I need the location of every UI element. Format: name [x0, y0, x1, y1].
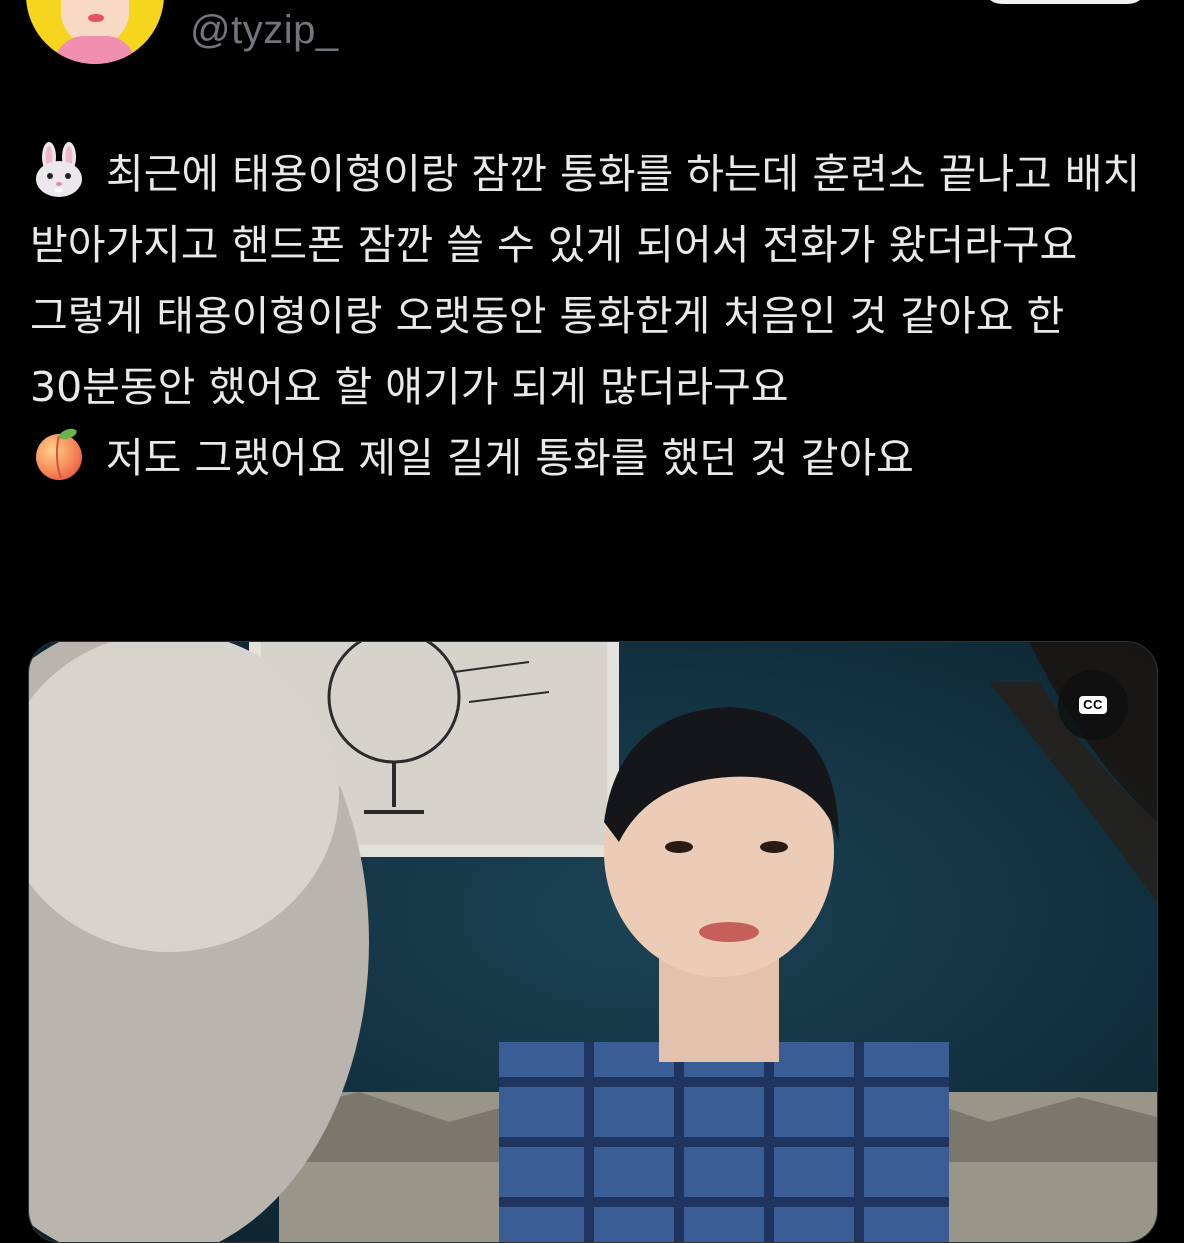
video-frame — [29, 642, 1157, 1242]
captions-icon: CC — [1079, 696, 1107, 714]
tweet-line-2: 저도 그랬어요 제일 길게 통화를 했던 것 같아요 — [106, 434, 914, 482]
video-player[interactable] — [28, 641, 1158, 1243]
tweet-header: @tyzip_ — [0, 0, 1184, 110]
avatar-dress — [54, 36, 136, 64]
follow-button[interactable] — [982, 0, 1148, 4]
avatar[interactable] — [26, 0, 164, 64]
tweet-line-1: 최근에 태용이형이랑 잠깐 통화를 하는데 훈련소 끝나고 배치 받아가지고 핸… — [30, 150, 1154, 411]
peach-icon — [30, 426, 88, 482]
tweet-text: 최근에 태용이형이랑 잠깐 통화를 하는데 훈련소 끝나고 배치 받아가지고 핸… — [30, 139, 1154, 494]
rabbit-face-icon — [30, 142, 88, 198]
user-handle[interactable]: @tyzip_ — [190, 2, 339, 58]
avatar-lips — [88, 14, 104, 22]
captions-button[interactable]: CC — [1058, 670, 1128, 740]
